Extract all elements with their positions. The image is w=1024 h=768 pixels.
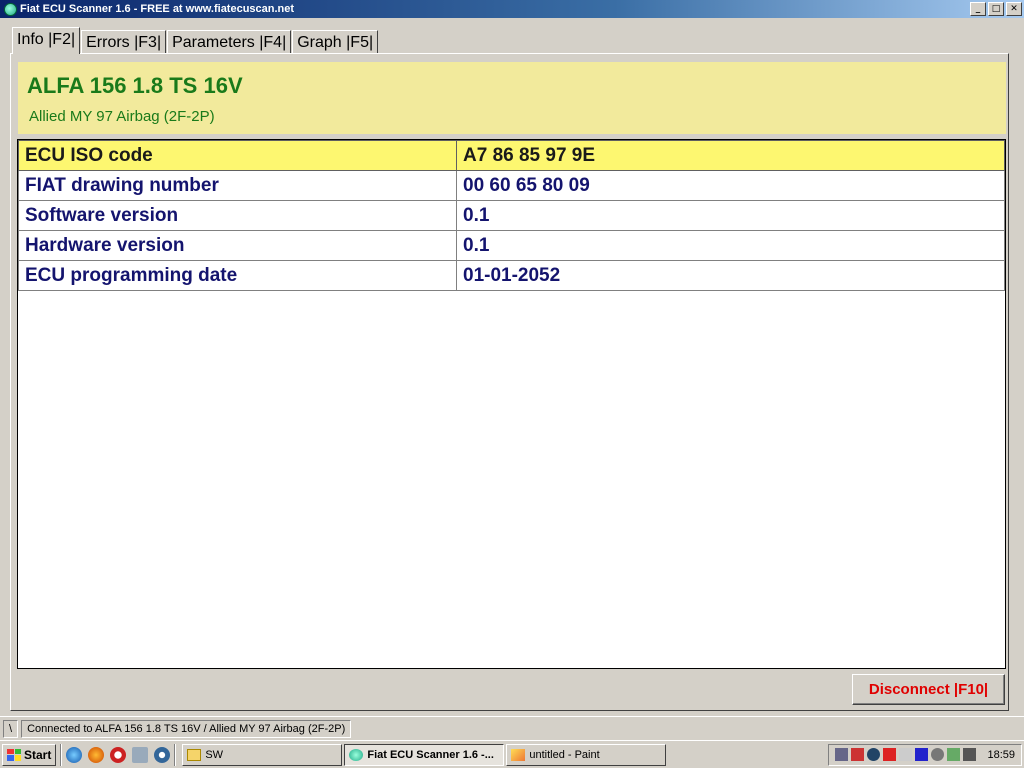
system-tray: 18:59 [828,743,1022,766]
close-button[interactable]: ✕ [1006,2,1022,16]
app-launcher-icon[interactable] [132,746,149,763]
paint-icon [511,748,526,761]
start-button[interactable]: Start [2,743,57,766]
network-disconnected-icon[interactable] [851,748,865,761]
folder-icon [187,748,202,761]
ecu-info-table: ECU ISO code A7 86 85 97 9E FIAT drawing… [18,140,1005,291]
taskbar-button-fiat-ecu-scanner[interactable]: Fiat ECU Scanner 1.6 -... [344,743,505,766]
status-indicator: \ [3,719,19,738]
table-row[interactable]: ECU ISO code A7 86 85 97 9E [18,140,1005,171]
quick-launch [66,746,171,763]
vehicle-model-title: ALFA 156 1.8 TS 16V [27,73,243,98]
security-icon[interactable] [931,748,945,761]
info-key: FIAT drawing number [18,170,457,201]
vehicle-header: ALFA 156 1.8 TS 16V Allied MY 97 Airbag … [18,62,1006,134]
antivirus-icon[interactable] [883,748,897,761]
tab-graph[interactable]: Graph |F5| [292,30,379,54]
taskbar-separator [60,743,63,766]
table-row[interactable]: ECU programming date 01-01-2052 [18,260,1005,291]
info-value: 00 60 65 80 09 [456,170,1005,201]
update-icon[interactable] [947,748,961,761]
taskbar-button-label: Fiat ECU Scanner 1.6 -... [367,748,494,761]
info-value: 0.1 [456,230,1005,261]
info-grid[interactable]: ECU ISO code A7 86 85 97 9E FIAT drawing… [17,139,1006,669]
app-icon [2,1,18,17]
info-value: 0.1 [456,200,1005,231]
table-row[interactable]: FIAT drawing number 00 60 65 80 09 [18,170,1005,201]
wireless-icon[interactable] [899,748,913,761]
info-tab-panel: ALFA 156 1.8 TS 16V Allied MY 97 Airbag … [10,53,1009,711]
maximize-button[interactable]: □ [988,2,1004,16]
taskbar-button-sw[interactable]: SW [182,743,343,766]
window-titlebar[interactable]: Fiat ECU Scanner 1.6 - FREE at www.fiate… [0,0,1024,18]
info-value: 01-01-2052 [456,260,1005,291]
network-icon[interactable] [835,748,849,761]
taskbar: Start SW Fiat ECU Scanner 1.6 -... untit… [0,740,1024,768]
tab-errors[interactable]: Errors |F3| [81,30,167,54]
disconnect-button[interactable]: Disconnect |F10| [852,674,1005,705]
info-value: A7 86 85 97 9E [456,140,1005,171]
tab-parameters[interactable]: Parameters |F4| [167,30,292,54]
firefox-icon[interactable] [88,746,105,763]
app-client-area: Info |F2| Errors |F3| Parameters |F4| Gr… [0,18,1024,716]
internet-explorer-icon[interactable] [66,746,83,763]
display-icon[interactable] [963,748,977,761]
fiat-scanner-icon [349,748,364,761]
clock: 18:59 [987,748,1015,761]
tab-strip: Info |F2| Errors |F3| Parameters |F4| Gr… [12,27,379,54]
window-title: Fiat ECU Scanner 1.6 - FREE at www.fiate… [20,3,295,15]
minimize-button[interactable]: _ [970,2,986,16]
info-key: ECU programming date [18,260,457,291]
tab-info[interactable]: Info |F2| [12,27,81,54]
table-row[interactable]: Software version 0.1 [18,200,1005,231]
taskbar-button-label: SW [205,748,224,761]
download-icon[interactable] [867,748,881,761]
status-bar: \ Connected to ALFA 156 1.8 TS 16V / All… [0,716,1024,740]
taskbar-separator [174,743,177,766]
opera-icon[interactable] [110,746,127,763]
window-controls: _ □ ✕ [970,2,1024,16]
ecu-module-subtitle: Allied MY 97 Airbag (2F-2P) [29,108,215,125]
connection-status: Connected to ALFA 156 1.8 TS 16V / Allie… [21,719,352,738]
info-key: Hardware version [18,230,457,261]
info-key: ECU ISO code [18,140,457,171]
bluetooth-icon[interactable] [915,748,929,761]
info-key: Software version [18,200,457,231]
taskbar-button-paint[interactable]: untitled - Paint [506,743,667,766]
windows-logo-icon [7,748,21,761]
table-row[interactable]: Hardware version 0.1 [18,230,1005,261]
taskbar-button-label: untitled - Paint [529,748,600,761]
media-player-icon[interactable] [154,746,171,763]
start-label: Start [24,747,52,762]
